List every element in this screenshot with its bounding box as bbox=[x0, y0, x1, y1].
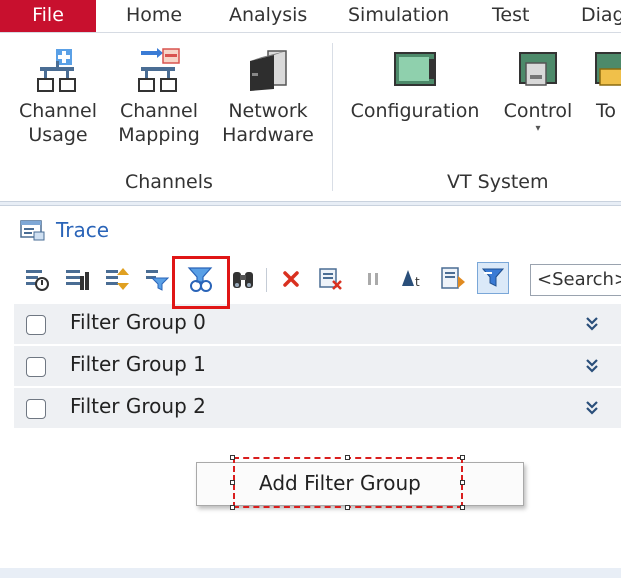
resize-handle bbox=[230, 505, 235, 510]
channel-mapping-button[interactable]: Channel Mapping bbox=[117, 47, 201, 147]
toolbar-separator bbox=[266, 268, 267, 292]
resize-handle bbox=[460, 505, 465, 510]
menu-bar: File Home Analysis Simulation Test Diag bbox=[0, 0, 621, 33]
resize-handle bbox=[230, 455, 235, 460]
vt-configuration-label: Configuration bbox=[350, 100, 480, 122]
network-hardware-icon bbox=[246, 47, 290, 93]
resize-handle bbox=[345, 505, 350, 510]
filter-group-row-2[interactable]: Filter Group 2 bbox=[14, 388, 621, 429]
channel-mapping-label-2: Mapping bbox=[118, 124, 200, 146]
filter-groups-icon[interactable] bbox=[187, 266, 213, 292]
vt-control-icon bbox=[516, 47, 560, 93]
filter-group-row-1[interactable]: Filter Group 1 bbox=[14, 346, 621, 387]
vt-configuration-icon bbox=[393, 47, 437, 93]
search-input[interactable]: <Search> bbox=[530, 264, 621, 296]
time-display-icon[interactable]: t bbox=[400, 266, 426, 292]
resize-handle bbox=[230, 480, 235, 485]
menu-home[interactable]: Home bbox=[126, 0, 182, 32]
resize-handle bbox=[460, 480, 465, 485]
clear-icon[interactable] bbox=[278, 266, 304, 292]
trace-toolbar: t <Search> bbox=[0, 260, 621, 300]
filter-funnel-icon[interactable] bbox=[144, 266, 170, 292]
network-hardware-label-2: Hardware bbox=[222, 124, 314, 146]
filter-group-checkbox-0[interactable] bbox=[26, 315, 46, 335]
vt-configuration-button[interactable]: Configuration bbox=[350, 47, 480, 123]
expand-chevron-icon[interactable] bbox=[584, 398, 600, 416]
filter-group-checkbox-1[interactable] bbox=[26, 357, 46, 377]
menu-analysis[interactable]: Analysis bbox=[229, 0, 307, 32]
menu-diagnostics[interactable]: Diag bbox=[581, 0, 621, 32]
expand-chevron-icon[interactable] bbox=[584, 356, 600, 374]
export-icon[interactable] bbox=[440, 266, 466, 292]
scroll-sync-icon[interactable] bbox=[104, 266, 130, 292]
vt-system-group-label: VT System bbox=[447, 171, 549, 193]
network-hardware-label-1: Network bbox=[228, 100, 308, 122]
svg-text:t: t bbox=[415, 275, 420, 289]
trace-window-title: Trace bbox=[20, 218, 109, 242]
menu-file[interactable]: File bbox=[0, 0, 96, 32]
new-trace-entry-icon[interactable] bbox=[24, 266, 50, 292]
channel-usage-icon bbox=[36, 47, 80, 93]
resize-handle bbox=[345, 455, 350, 460]
trace-window-icon bbox=[20, 220, 46, 242]
vt-control-label: Control bbox=[503, 100, 573, 122]
filter-group-label-2: Filter Group 2 bbox=[70, 394, 206, 418]
find-binoculars-icon[interactable] bbox=[230, 266, 256, 292]
resize-handle bbox=[460, 455, 465, 460]
network-hardware-button[interactable]: Network Hardware bbox=[220, 47, 316, 147]
filter-group-label-1: Filter Group 1 bbox=[70, 352, 206, 376]
delete-filter-icon[interactable] bbox=[318, 266, 344, 292]
add-filter-group-menu-item[interactable]: Add Filter Group bbox=[235, 463, 463, 503]
chevron-down-icon: ▾ bbox=[535, 123, 541, 134]
trace-panel: Trace t <Search> Filter Group 0 Filter G… bbox=[0, 205, 621, 568]
expand-chevron-icon[interactable] bbox=[584, 314, 600, 332]
channel-mapping-icon bbox=[137, 47, 181, 93]
ribbon-separator bbox=[332, 43, 333, 191]
ribbon: Channel Usage Channel Mapping Network Ha… bbox=[0, 33, 621, 202]
channel-mapping-label-1: Channel bbox=[119, 100, 198, 122]
pause-icon[interactable] bbox=[360, 266, 386, 292]
filter-group-label-0: Filter Group 0 bbox=[70, 310, 206, 334]
filter-toggle-icon[interactable] bbox=[477, 262, 509, 294]
channel-usage-label-2: Usage bbox=[28, 124, 88, 146]
channel-usage-button[interactable]: Channel Usage bbox=[16, 47, 100, 147]
menu-test[interactable]: Test bbox=[492, 0, 529, 32]
filter-group-checkbox-2[interactable] bbox=[26, 399, 46, 419]
channel-usage-label-1: Channel bbox=[18, 100, 97, 122]
context-menu: Add Filter Group bbox=[196, 462, 524, 506]
vt-tools-button[interactable]: To bbox=[592, 47, 621, 123]
menu-simulation[interactable]: Simulation bbox=[348, 0, 449, 32]
channels-group-label: Channels bbox=[125, 171, 213, 193]
vt-tools-label: To bbox=[596, 100, 617, 122]
vt-control-button[interactable]: Control ▾ bbox=[498, 47, 578, 135]
statistics-icon[interactable] bbox=[64, 266, 90, 292]
filter-group-row-0[interactable]: Filter Group 0 bbox=[14, 304, 621, 345]
vt-tools-icon bbox=[594, 47, 621, 93]
